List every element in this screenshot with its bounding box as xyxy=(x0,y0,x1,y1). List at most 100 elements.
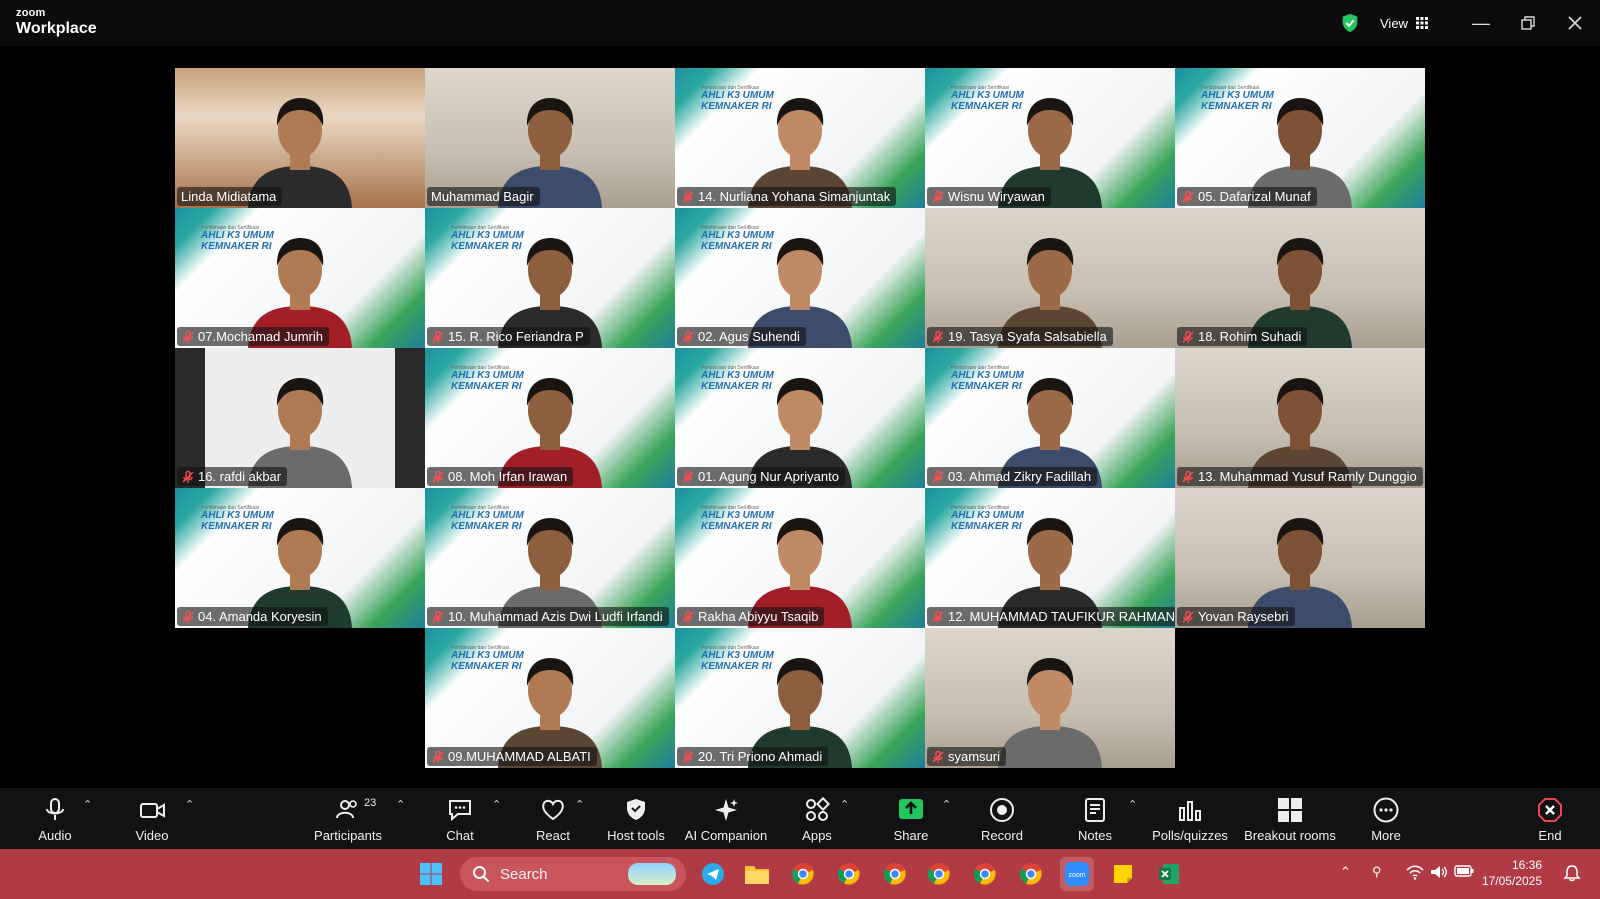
participant-video-tile[interactable]: 16. rafdi akbar xyxy=(175,348,425,488)
wifi-icon[interactable] xyxy=(1406,864,1424,880)
windows-start-icon[interactable] xyxy=(414,857,448,891)
apps-button[interactable]: Apps xyxy=(800,796,834,846)
breakout-label: Breakout rooms xyxy=(1244,828,1336,843)
apps-options-chevron-icon[interactable]: ⌃ xyxy=(840,798,849,811)
react-options-chevron-icon[interactable]: ⌃ xyxy=(575,798,584,811)
muted-microphone-icon xyxy=(182,470,194,483)
participant-video-tile[interactable]: Pembinaan dan Sertifikasi AHLI K3 UMUM KEM… xyxy=(175,488,425,628)
volume-icon[interactable] xyxy=(1430,864,1448,880)
muted-microphone-icon xyxy=(432,470,444,483)
security-shield-icon[interactable] xyxy=(1339,12,1361,34)
polls-button[interactable]: Polls/quizzes xyxy=(1152,796,1228,846)
participant-video-tile[interactable]: Pembinaan dan Sertifikasi AHLI K3 UMUM KEM… xyxy=(675,628,925,768)
weather-widget-icon[interactable] xyxy=(628,863,676,885)
end-close-icon xyxy=(1538,798,1562,822)
muted-microphone-icon xyxy=(932,330,944,343)
participant-video-tile[interactable]: Pembinaan dan Sertifikasi AHLI K3 UMUM KEM… xyxy=(425,208,675,348)
participant-name: 18. Rohim Suhadi xyxy=(1198,329,1302,344)
notes-button[interactable]: Notes xyxy=(1076,796,1114,846)
participant-name-tag: 07.Mochamad Jumrih xyxy=(177,327,329,346)
chrome-profile-icon[interactable] xyxy=(878,857,912,891)
share-options-chevron-icon[interactable]: ⌃ xyxy=(942,798,951,811)
muted-microphone-icon xyxy=(932,750,944,763)
participant-name: 04. Amanda Koryesin xyxy=(198,609,322,624)
muted-microphone-icon xyxy=(1182,190,1194,203)
participant-video-tile[interactable]: Pembinaan dan Sertifikasi AHLI K3 UMUM KEM… xyxy=(1175,68,1425,208)
participant-name: 02. Agus Suhendi xyxy=(698,329,800,344)
notification-bell-icon[interactable] xyxy=(1562,864,1582,882)
restore-icon[interactable] xyxy=(1513,8,1543,38)
end-meeting-button[interactable]: End xyxy=(1532,796,1568,846)
vpn-icon[interactable]: ⚲ xyxy=(1372,864,1382,880)
participant-name-tag: 01. Agung Nur Apriyanto xyxy=(677,467,845,486)
participant-name-tag: 05. Dafarizal Munaf xyxy=(1177,187,1317,206)
taskbar-search-box[interactable]: Search xyxy=(460,857,686,891)
host-tools-button[interactable]: Host tools xyxy=(604,796,668,846)
notes-icon xyxy=(1085,798,1105,822)
participant-video-tile[interactable]: Pembinaan dan Sertifikasi AHLI K3 UMUM KEM… xyxy=(675,488,925,628)
participant-video-tile[interactable]: Linda Midiatama xyxy=(175,68,425,208)
video-button[interactable]: Video xyxy=(130,796,174,846)
close-icon[interactable] xyxy=(1560,8,1590,38)
participant-video-tile[interactable]: Pembinaan dan Sertifikasi AHLI K3 UMUM KEM… xyxy=(925,348,1175,488)
chrome-profile-icon[interactable] xyxy=(832,857,866,891)
participant-video-tile[interactable]: Pembinaan dan Sertifikasi AHLI K3 UMUM KEM… xyxy=(925,68,1175,208)
more-button[interactable]: More xyxy=(1364,796,1408,846)
participants-options-chevron-icon[interactable]: ⌃ xyxy=(396,798,405,811)
muted-microphone-icon xyxy=(182,610,194,623)
record-button[interactable]: Record xyxy=(980,796,1024,846)
chrome-profile-icon[interactable] xyxy=(1014,857,1048,891)
participant-video-tile[interactable]: Pembinaan dan Sertifikasi AHLI K3 UMUM KEM… xyxy=(675,208,925,348)
muted-microphone-icon xyxy=(432,610,444,623)
chat-button[interactable]: Chat xyxy=(440,796,480,846)
participant-video-tile[interactable]: Pembinaan dan Sertifikasi AHLI K3 UMUM KEM… xyxy=(425,488,675,628)
system-clock[interactable]: 16:36 17/05/2025 xyxy=(1482,857,1542,889)
participant-video-tile[interactable]: Pembinaan dan Sertifikasi AHLI K3 UMUM KEM… xyxy=(925,488,1175,628)
camera-icon xyxy=(140,803,165,818)
participant-name-tag: Muhammad Bagir xyxy=(427,187,540,206)
chat-options-chevron-icon[interactable]: ⌃ xyxy=(492,798,501,811)
participant-video-tile[interactable]: 18. Rohim Suhadi xyxy=(1175,208,1425,348)
participant-silhouette xyxy=(998,658,1102,768)
video-options-chevron-icon[interactable]: ⌃ xyxy=(185,798,194,811)
participant-video-tile[interactable]: Pembinaan dan Sertifikasi AHLI K3 UMUM KEM… xyxy=(175,208,425,348)
participant-name: 20. Tri Priono Ahmadi xyxy=(698,749,823,764)
participant-video-tile[interactable]: Pembinaan dan Sertifikasi AHLI K3 UMUM KEM… xyxy=(425,348,675,488)
zoom-app-icon[interactable]: zoom xyxy=(1060,857,1094,891)
participant-video-tile[interactable]: Muhammad Bagir xyxy=(425,68,675,208)
excel-icon[interactable] xyxy=(1152,857,1186,891)
chrome-profile-icon[interactable] xyxy=(922,857,956,891)
share-screen-icon xyxy=(899,799,923,819)
ai-companion-button[interactable]: AI Companion xyxy=(683,796,769,846)
sticky-notes-icon[interactable] xyxy=(1106,857,1140,891)
participant-video-tile[interactable]: 19. Tasya Syafa Salsabiella xyxy=(925,208,1175,348)
participant-name: 15. R. Rico Feriandra P xyxy=(448,329,584,344)
participant-video-tile[interactable]: syamsuri xyxy=(925,628,1175,768)
show-hidden-icons-chevron-icon[interactable]: ⌃ xyxy=(1340,864,1351,880)
participant-video-tile[interactable]: Yovan Raysebri xyxy=(1175,488,1425,628)
muted-microphone-icon xyxy=(932,470,944,483)
share-button[interactable]: Share xyxy=(891,796,931,846)
ai-companion-label: AI Companion xyxy=(684,828,768,843)
participant-video-tile[interactable]: 13. Muhammad Yusuf Ramly Dunggio xyxy=(1175,348,1425,488)
muted-microphone-icon xyxy=(682,190,694,203)
participant-name-tag: 19. Tasya Syafa Salsabiella xyxy=(927,327,1113,346)
chrome-profile-icon[interactable] xyxy=(968,857,1002,891)
react-button[interactable]: React xyxy=(532,796,574,846)
participant-video-tile[interactable]: Pembinaan dan Sertifikasi AHLI K3 UMUM KEM… xyxy=(675,68,925,208)
notes-options-chevron-icon[interactable]: ⌃ xyxy=(1128,798,1137,811)
battery-icon[interactable] xyxy=(1454,864,1474,878)
view-button[interactable]: View xyxy=(1380,12,1428,34)
telegram-icon[interactable] xyxy=(696,857,730,891)
breakout-rooms-button[interactable]: Breakout rooms xyxy=(1242,796,1338,846)
audio-options-chevron-icon[interactable]: ⌃ xyxy=(83,798,92,811)
chrome-icon[interactable] xyxy=(786,857,820,891)
audio-button[interactable]: Audio xyxy=(34,796,76,846)
more-label: More xyxy=(1371,828,1401,843)
file-explorer-icon[interactable] xyxy=(740,857,774,891)
windows-taskbar: Search zoom ⌃ ⚲ 16:36 17/05/2025 xyxy=(0,849,1600,899)
participant-video-tile[interactable]: Pembinaan dan Sertifikasi AHLI K3 UMUM KEM… xyxy=(425,628,675,768)
record-label: Record xyxy=(981,828,1023,843)
participant-video-tile[interactable]: Pembinaan dan Sertifikasi AHLI K3 UMUM KEM… xyxy=(675,348,925,488)
minimize-icon[interactable]: — xyxy=(1466,8,1496,38)
